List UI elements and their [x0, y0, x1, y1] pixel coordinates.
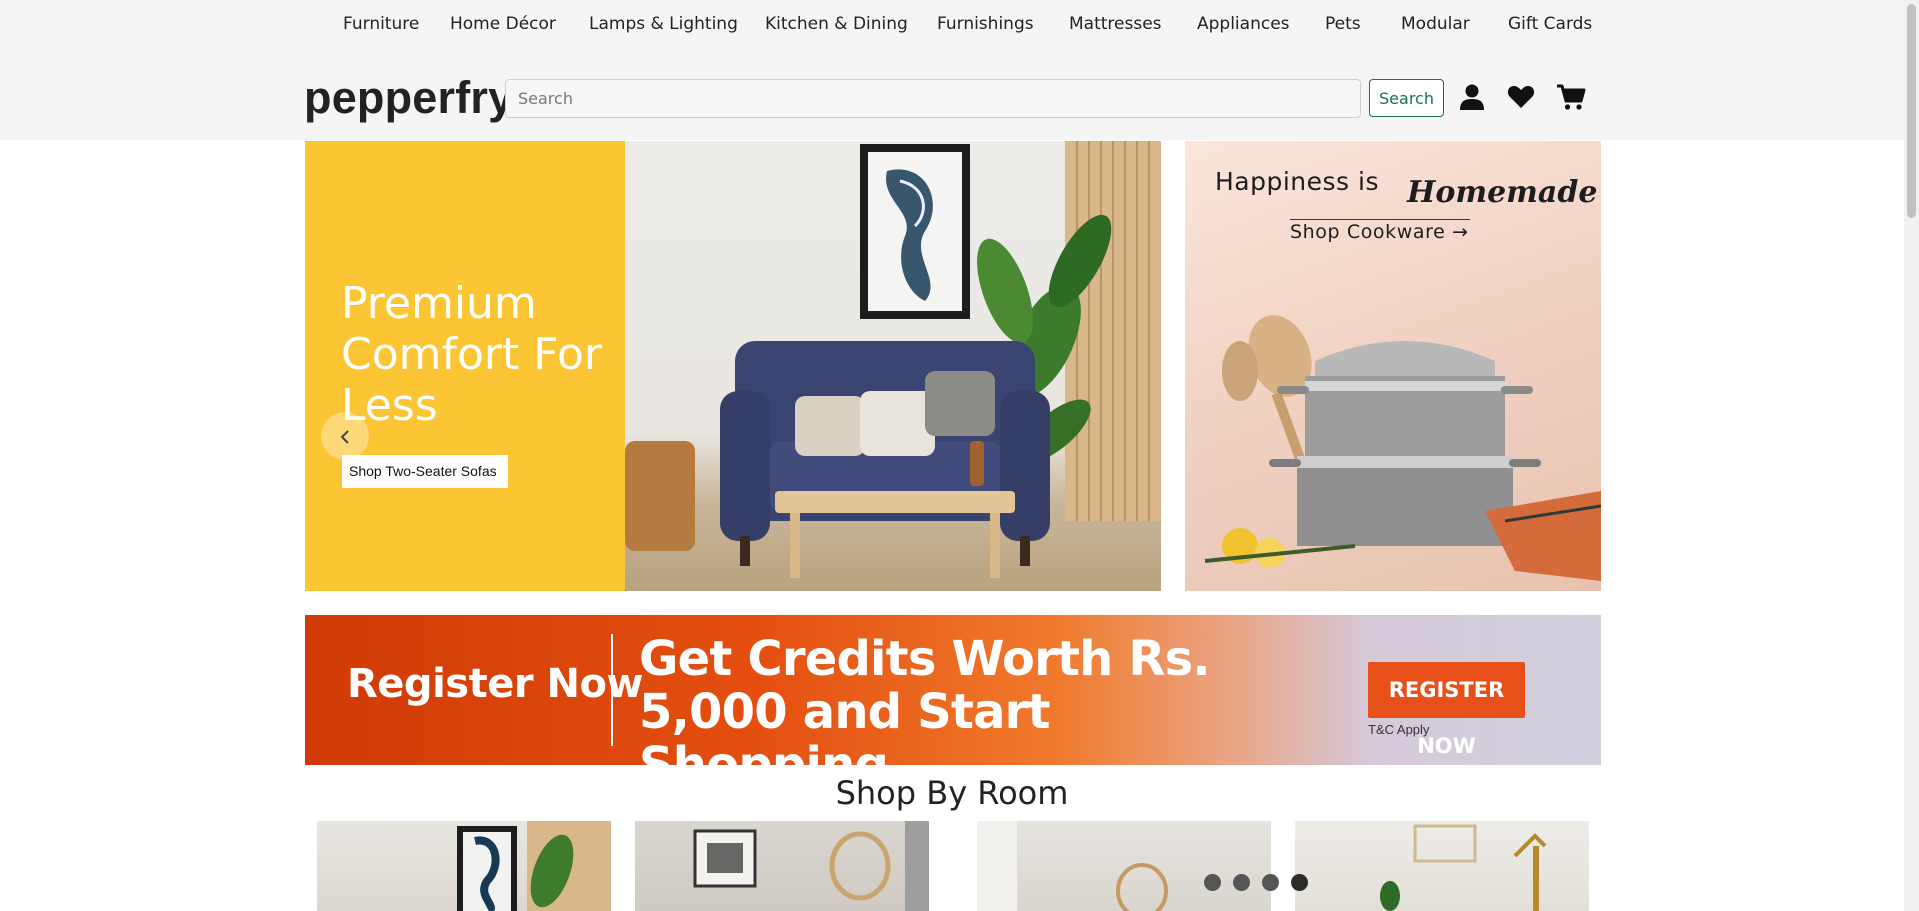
register-promo-banner[interactable]: Register Now Get Credits Worth Rs. 5,000… [305, 615, 1601, 765]
room-image [457, 821, 611, 911]
register-banner-headline: Get Credits Worth Rs. 5,000 and Start Sh… [639, 631, 1211, 766]
nav-item-appliances[interactable]: Appliances [1197, 14, 1290, 34]
room-image [977, 821, 1168, 911]
site-header: Furniture Home Décor Lamps & Lighting Ki… [0, 0, 1904, 140]
hero-promo-panel: Premium Comfort For Less Shop Two-Seater… [305, 141, 625, 591]
cart-icon[interactable] [1556, 82, 1586, 112]
carousel-dot-1[interactable] [1204, 874, 1221, 891]
room-card-study[interactable] [1295, 821, 1589, 911]
site-logo[interactable]: pepperfry [304, 72, 513, 124]
terms-text: T&C Apply [1368, 722, 1430, 737]
nav-item-pets[interactable]: Pets [1325, 14, 1361, 34]
nav-item-lamps-lighting[interactable]: Lamps & Lighting [589, 14, 738, 34]
user-icon[interactable] [1457, 82, 1487, 112]
page-scrollbar[interactable] [1904, 0, 1919, 911]
search-button[interactable]: Search [1369, 79, 1444, 117]
carousel-dot-3[interactable] [1262, 874, 1279, 891]
room-image [693, 821, 929, 911]
shop-by-room-title: Shop By Room [835, 774, 1069, 812]
nav-item-modular[interactable]: Modular [1401, 14, 1470, 34]
hero-sofa-image [625, 141, 1161, 591]
heart-icon[interactable] [1506, 82, 1536, 112]
hero-headline: Premium Comfort For Less [341, 278, 602, 431]
living-room-illustration [625, 141, 1161, 578]
carousel-dot-4[interactable] [1291, 874, 1308, 891]
nav-item-furnishings[interactable]: Furnishings [937, 14, 1034, 34]
nav-item-gift-cards[interactable]: Gift Cards [1508, 14, 1592, 34]
search-input[interactable] [505, 79, 1361, 118]
nav-item-kitchen-dining[interactable]: Kitchen & Dining [765, 14, 908, 34]
banner-divider [611, 634, 613, 746]
cookware-illustration [1204, 315, 1601, 581]
chevron-left-icon [340, 430, 349, 444]
register-now-button[interactable]: REGISTER NOW [1368, 662, 1525, 758]
scrollbar-thumb[interactable] [1907, 4, 1916, 218]
carousel-prev-button[interactable] [321, 412, 369, 460]
carousel-dot-2[interactable] [1233, 874, 1250, 891]
nav-item-mattresses[interactable]: Mattresses [1069, 14, 1162, 34]
nav-item-furniture[interactable]: Furniture [343, 14, 419, 34]
hero-carousel[interactable]: Premium Comfort For Less Shop Two-Seater… [305, 141, 1161, 591]
room-card-dining[interactable] [977, 821, 1271, 911]
cookware-banner[interactable]: Happiness is Homemade Shop Cookware → [1185, 141, 1601, 591]
category-nav: Furniture Home Décor Lamps & Lighting Ki… [0, 14, 1904, 38]
register-now-text: Register Now [347, 661, 643, 707]
nav-item-home-decor[interactable]: Home Décor [450, 14, 556, 34]
room-card-bedroom[interactable] [635, 821, 929, 911]
room-card-living[interactable] [317, 821, 611, 911]
room-image [1380, 824, 1547, 911]
